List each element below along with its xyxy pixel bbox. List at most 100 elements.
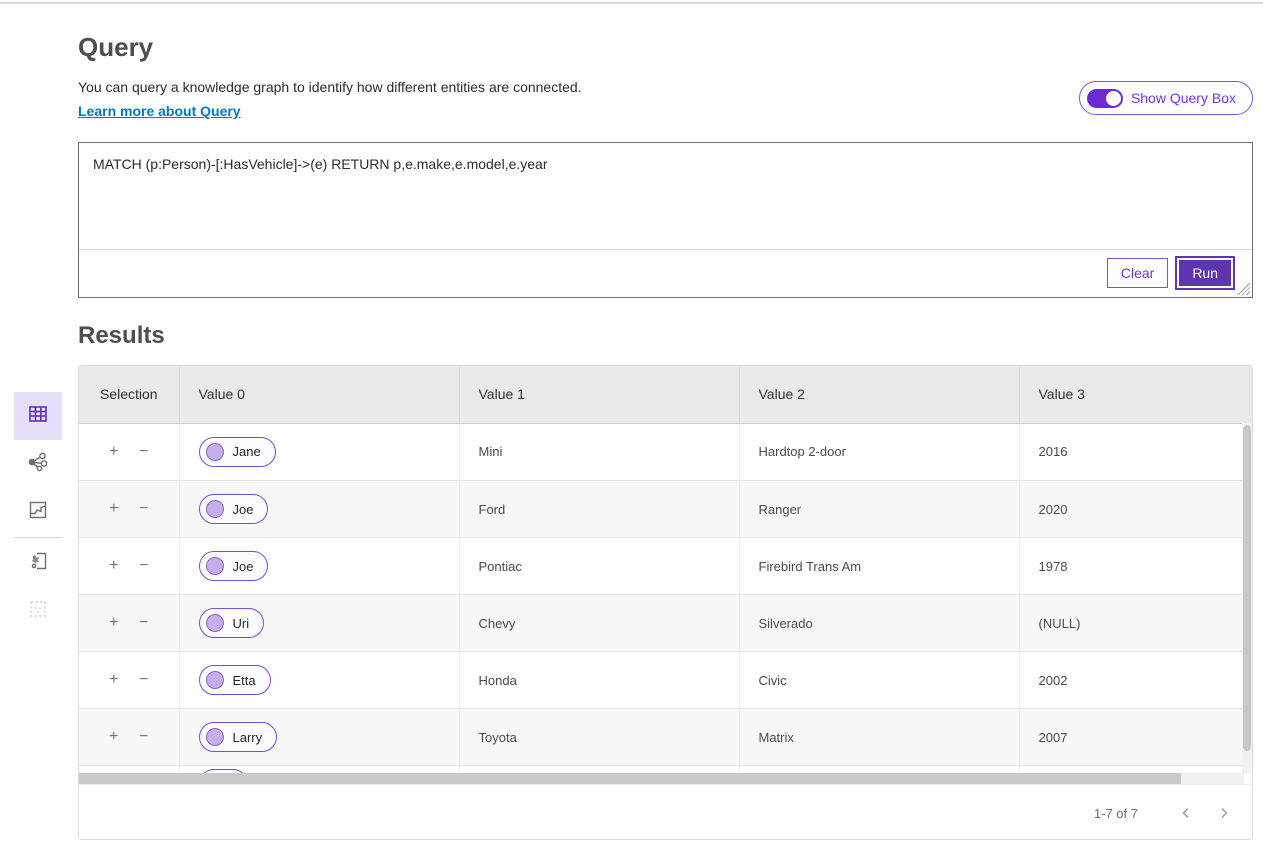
entity-node-icon bbox=[206, 443, 224, 461]
remove-from-selection-button[interactable]: − bbox=[135, 557, 153, 575]
run-button[interactable]: Run bbox=[1177, 258, 1233, 288]
add-to-selection-button[interactable]: + bbox=[105, 557, 123, 575]
model-cell: Firebird Trans Am bbox=[739, 538, 1019, 595]
remove-from-selection-button[interactable]: − bbox=[135, 443, 153, 461]
selection-cell: +− bbox=[79, 481, 179, 538]
selection-cell: +− bbox=[79, 652, 179, 709]
entity-cell: Jane bbox=[179, 424, 459, 481]
entity-name: Uri bbox=[233, 616, 250, 631]
vertical-scrollbar-thumb[interactable] bbox=[1243, 425, 1251, 751]
table-body-viewport: +− Jane Mini Hardtop 2-door 2016 +− Joe … bbox=[79, 424, 1252, 784]
year-cell: 1978 bbox=[1019, 538, 1252, 595]
rail-divider bbox=[14, 537, 62, 538]
entity-pill[interactable]: Etta bbox=[199, 665, 271, 695]
add-to-selection-button[interactable]: + bbox=[105, 443, 123, 461]
entity-node-icon bbox=[206, 557, 224, 575]
entity-pill[interactable]: Joe bbox=[199, 551, 269, 581]
model-cell: Silverado bbox=[739, 595, 1019, 652]
toggle-switch-icon[interactable] bbox=[1087, 89, 1123, 108]
pagination-bar: 1-7 of 7 bbox=[79, 784, 1253, 840]
query-footer: Clear Run bbox=[79, 250, 1252, 296]
add-to-selection-button[interactable]: + bbox=[105, 671, 123, 689]
results-card: Selection Value 0 Value 1 Value 2 Value … bbox=[78, 365, 1253, 840]
page-description: You can query a knowledge graph to ident… bbox=[78, 79, 582, 95]
year-cell: 2016 bbox=[1019, 424, 1252, 481]
add-to-selection-button[interactable]: + bbox=[105, 728, 123, 746]
page-title: Query bbox=[78, 32, 153, 63]
year-cell: 2007 bbox=[1019, 709, 1252, 766]
learn-more-link[interactable]: Learn more about Query bbox=[78, 103, 241, 119]
link-chart-view-icon bbox=[27, 451, 49, 478]
entity-pill[interactable]: Uri bbox=[199, 608, 265, 638]
query-input[interactable]: MATCH (p:Person)-[:HasVehicle]->(e) RETU… bbox=[79, 143, 1252, 250]
entity-name: Joe bbox=[233, 502, 254, 517]
map-view-icon bbox=[27, 499, 49, 526]
add-to-selection-button[interactable]: + bbox=[105, 614, 123, 632]
results-table: Selection Value 0 Value 1 Value 2 Value … bbox=[79, 366, 1253, 424]
entity-node-icon bbox=[206, 614, 224, 632]
make-cell: Pontiac bbox=[459, 538, 739, 595]
entity-pill[interactable]: Joe bbox=[199, 494, 269, 524]
selection-cell: +− bbox=[79, 709, 179, 766]
year-cell: (NULL) bbox=[1019, 595, 1252, 652]
link-chart-view-button[interactable] bbox=[14, 440, 62, 488]
entity-name: Jane bbox=[233, 444, 261, 459]
entity-cell: Joe bbox=[179, 481, 459, 538]
remove-from-selection-button[interactable]: − bbox=[135, 671, 153, 689]
column-header-value2: Value 2 bbox=[739, 366, 1019, 423]
map-view-button[interactable] bbox=[14, 488, 62, 536]
remove-from-selection-button[interactable]: − bbox=[135, 614, 153, 632]
year-cell: 2002 bbox=[1019, 652, 1252, 709]
table-view-button[interactable] bbox=[14, 392, 62, 440]
results-table-body: +− Jane Mini Hardtop 2-door 2016 +− Joe … bbox=[79, 424, 1252, 784]
add-to-selection-button[interactable]: + bbox=[105, 500, 123, 518]
model-cell: Ranger bbox=[739, 481, 1019, 538]
query-page: Query You can query a knowledge graph to… bbox=[0, 0, 1263, 847]
model-cell: Hardtop 2-door bbox=[739, 424, 1019, 481]
year-cell: 2020 bbox=[1019, 481, 1252, 538]
column-header-selection: Selection bbox=[79, 366, 179, 423]
make-cell: Mini bbox=[459, 424, 739, 481]
column-header-value3: Value 3 bbox=[1019, 366, 1253, 423]
horizontal-scrollbar[interactable] bbox=[79, 773, 1244, 784]
model-cell: Matrix bbox=[739, 709, 1019, 766]
query-panel: MATCH (p:Person)-[:HasVehicle]->(e) RETU… bbox=[78, 142, 1253, 298]
column-header-value0: Value 0 bbox=[179, 366, 459, 423]
table-view-icon bbox=[27, 403, 49, 430]
horizontal-scrollbar-thumb[interactable] bbox=[79, 773, 1181, 784]
table-row: +− Uri Chevy Silverado (NULL) bbox=[79, 595, 1252, 652]
entity-cell: Joe bbox=[179, 538, 459, 595]
toggle-knob bbox=[1106, 91, 1121, 106]
add-to-map-button[interactable] bbox=[14, 539, 62, 587]
selection-cell: +− bbox=[79, 595, 179, 652]
pagination-next-button[interactable] bbox=[1212, 801, 1236, 825]
entity-cell: Larry bbox=[179, 709, 459, 766]
entity-node-icon bbox=[206, 671, 224, 689]
column-header-value1: Value 1 bbox=[459, 366, 739, 423]
table-row: +− Larry Toyota Matrix 2007 bbox=[79, 709, 1252, 766]
vertical-scrollbar[interactable] bbox=[1242, 423, 1252, 773]
entity-cell: Etta bbox=[179, 652, 459, 709]
pagination-label: 1-7 of 7 bbox=[1094, 806, 1138, 821]
entity-pill[interactable]: Jane bbox=[199, 437, 276, 467]
table-header-row: Selection Value 0 Value 1 Value 2 Value … bbox=[79, 366, 1253, 423]
show-query-box-toggle[interactable]: Show Query Box bbox=[1079, 81, 1253, 115]
top-divider bbox=[0, 2, 1263, 4]
table-row: +− Joe Ford Ranger 2020 bbox=[79, 481, 1252, 538]
remove-from-selection-button[interactable]: − bbox=[135, 728, 153, 746]
entity-name: Joe bbox=[233, 559, 254, 574]
model-cell: Civic bbox=[739, 652, 1019, 709]
selection-cell: +− bbox=[79, 538, 179, 595]
selection-cell: +− bbox=[79, 424, 179, 481]
entity-cell: Uri bbox=[179, 595, 459, 652]
table-row: +− Etta Honda Civic 2002 bbox=[79, 652, 1252, 709]
remove-from-selection-button[interactable]: − bbox=[135, 500, 153, 518]
make-cell: Toyota bbox=[459, 709, 739, 766]
entity-pill[interactable]: Larry bbox=[199, 722, 278, 752]
results-title: Results bbox=[78, 322, 165, 350]
entity-name: Etta bbox=[233, 673, 256, 688]
pagination-prev-button[interactable] bbox=[1174, 801, 1198, 825]
clear-button[interactable]: Clear bbox=[1107, 258, 1168, 288]
entity-name: Larry bbox=[233, 730, 263, 745]
selection-tool-icon bbox=[27, 598, 49, 625]
